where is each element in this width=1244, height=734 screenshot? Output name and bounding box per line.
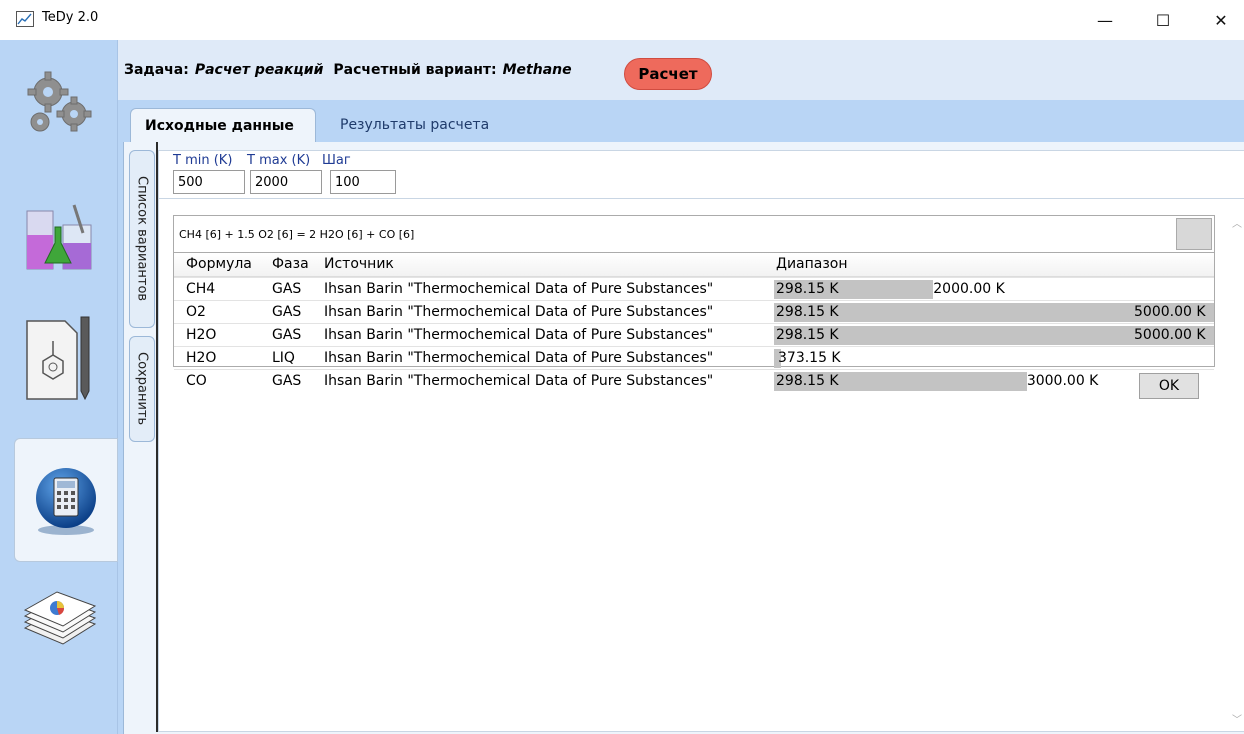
table-row[interactable]: CH4 GAS Ihsan Barin "Thermochemical Data o…	[174, 277, 1214, 300]
left-nav	[0, 40, 118, 734]
tabs-row: Исходные данные Результаты расчета	[118, 102, 1244, 142]
range-to-label: 373.15 K	[778, 350, 841, 366]
table-row[interactable]: H2O LIQ Ihsan Barin "Thermochemical Data o…	[174, 346, 1214, 369]
settings-nav-item[interactable]	[0, 58, 118, 148]
column-header-range[interactable]: Диапазон	[776, 256, 848, 272]
cell-phase: GAS	[272, 327, 302, 343]
reaction-equation-row: CH4 [6] + 1.5 O2 [6] = 2 H2O [6] + CO [6…	[173, 215, 1215, 253]
range-to-label: 2000.00 K	[933, 281, 1005, 297]
task-label: Задача:	[124, 62, 189, 78]
cell-source: Ihsan Barin "Thermochemical Data of Pure…	[324, 373, 714, 389]
step-label: Шаг	[322, 153, 351, 168]
variant-label: Расчетный вариант:	[333, 62, 497, 78]
minimize-button[interactable]: —	[1082, 0, 1128, 40]
table-row[interactable]: H2O GAS Ihsan Barin "Thermochemical Data o…	[174, 323, 1214, 346]
range-to-label: 3000.00 K	[1026, 373, 1099, 389]
task-value: Расчет реакций	[194, 62, 324, 78]
range-from-label: 298.15 K	[776, 373, 839, 389]
table-row[interactable]: O2 GAS Ihsan Barin "Thermochemical Data of…	[174, 300, 1214, 323]
cell-formula: H2O	[186, 350, 217, 366]
app-chart-icon	[16, 11, 34, 27]
equation-edit-button[interactable]	[1176, 218, 1212, 250]
range-from-label: 298.15 K	[776, 281, 839, 297]
main-area: Задача: Расчет реакций Расчетный вариант…	[118, 40, 1244, 734]
tmax-label: T max (K)	[247, 153, 311, 168]
range-from-label: 298.15 K	[776, 304, 839, 320]
calculator-icon	[36, 468, 96, 535]
tmin-input[interactable]	[173, 170, 245, 194]
input-data-panel: Список вариантов Сохранить T min (K) T m…	[123, 142, 1244, 734]
tmax-input[interactable]	[250, 170, 322, 194]
range-from-label: 298.15 K	[776, 327, 839, 343]
step-input[interactable]	[330, 170, 396, 194]
cell-source: Ihsan Barin "Thermochemical Data of Pure…	[324, 281, 714, 297]
range-to-label: 5000.00 K	[1134, 304, 1206, 320]
maximize-button[interactable]: ☐	[1140, 0, 1186, 40]
chemistry-nav-item[interactable]	[0, 185, 118, 285]
column-header-formula[interactable]: Формула	[186, 256, 252, 272]
document-edit-icon	[26, 316, 90, 401]
calculator-nav-item[interactable]	[14, 438, 118, 562]
range-to-label: 5000.00 K	[1134, 327, 1206, 343]
report-nav-item[interactable]	[0, 568, 118, 678]
column-header-source[interactable]: Источник	[324, 256, 394, 272]
cell-phase: GAS	[272, 281, 302, 297]
cell-source: Ihsan Barin "Thermochemical Data of Pure…	[324, 350, 714, 366]
table-row[interactable]: CO GAS Ihsan Barin "Thermochemical Data of…	[174, 369, 1214, 392]
ok-button[interactable]: OK	[1139, 373, 1199, 399]
cell-phase: GAS	[272, 373, 302, 389]
tab-input-data[interactable]: Исходные данные	[130, 108, 316, 142]
task-header: Задача: Расчет реакций Расчетный вариант…	[118, 40, 1244, 100]
cell-source: Ihsan Barin "Thermochemical Data of Pure…	[324, 327, 714, 343]
cell-formula: CO	[186, 373, 207, 389]
variant-value: Methane	[502, 62, 572, 78]
reaction-equation: CH4 [6] + 1.5 O2 [6] = 2 H2O [6] + CO [6…	[179, 228, 415, 241]
cell-phase: GAS	[272, 304, 302, 320]
task-line: Задача: Расчет реакций Расчетный вариант…	[124, 62, 572, 78]
column-header-phase[interactable]: Фаза	[272, 256, 309, 272]
report-icon	[23, 591, 97, 645]
window-title: TeDy 2.0	[42, 10, 99, 25]
scroll-down-arrow[interactable]: ﹀	[1232, 711, 1242, 726]
calculate-button[interactable]: Расчет	[624, 58, 712, 90]
cell-formula: H2O	[186, 327, 217, 343]
chemistry-icon	[26, 204, 92, 270]
cell-formula: O2	[186, 304, 206, 320]
title-bar: TeDy 2.0 — ☐ ✕	[0, 0, 1244, 40]
side-tabs: Список вариантов Сохранить	[126, 144, 156, 732]
table-header: Формула Фаза Источник Диапазон	[174, 253, 1214, 277]
temperature-params: T min (K) T max (K) Шаг	[159, 151, 1244, 199]
side-tab-save[interactable]: Сохранить	[129, 336, 155, 442]
scroll-up-arrow[interactable]: ︿	[1232, 215, 1242, 230]
cell-formula: CH4	[186, 281, 216, 297]
settings-icon	[27, 71, 92, 132]
close-button[interactable]: ✕	[1198, 0, 1244, 40]
substances-table: Формула Фаза Источник Диапазон CH4 GAS Ihs…	[173, 253, 1215, 391]
cell-source: Ihsan Barin "Thermochemical Data of Pure…	[324, 304, 714, 320]
tab-results[interactable]: Результаты расчета	[326, 108, 503, 142]
document-nav-item[interactable]	[0, 302, 118, 412]
content-area: T min (K) T max (K) Шаг CH4 [6] + 1.5 O2…	[158, 150, 1244, 732]
tmin-label: T min (K)	[173, 153, 233, 168]
cell-phase: LIQ	[272, 350, 295, 366]
side-tab-variants[interactable]: Список вариантов	[129, 150, 155, 328]
